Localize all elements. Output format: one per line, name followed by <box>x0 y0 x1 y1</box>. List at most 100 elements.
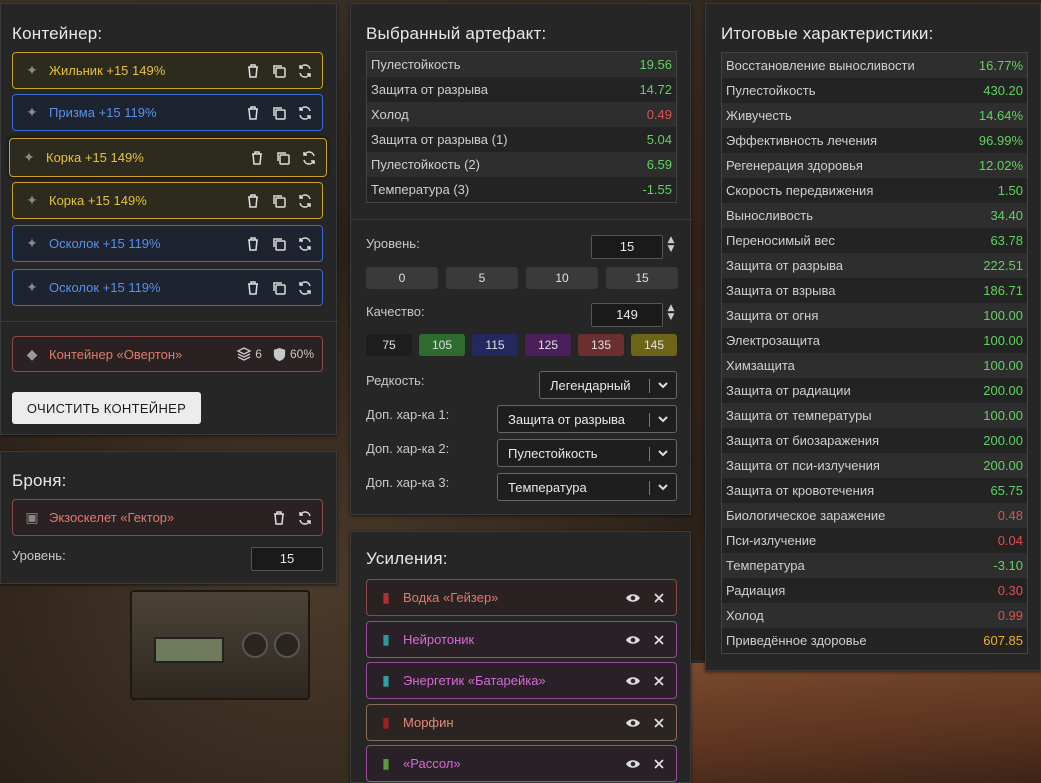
container-item[interactable]: ◆ Контейнер «Овертон» 6 60% <box>12 336 323 372</box>
trash-icon[interactable] <box>244 279 262 297</box>
level-spinner[interactable]: ▲ ▼ <box>666 236 676 254</box>
close-icon[interactable] <box>650 755 668 773</box>
extra3-label: Доп. хар-ка 3: <box>366 475 450 490</box>
refresh-icon[interactable] <box>296 509 314 527</box>
eye-icon[interactable] <box>624 589 642 607</box>
close-icon[interactable] <box>650 589 668 607</box>
copy-icon[interactable] <box>274 149 292 167</box>
eye-icon[interactable] <box>624 631 642 649</box>
total-stat-row: Выносливость 34.40 <box>722 203 1027 228</box>
total-stat-value: 100.00 <box>983 358 1023 373</box>
rarity-select[interactable]: Легендарный <box>539 371 677 399</box>
container-artifact-item[interactable]: ✦ Жильник +15 149% <box>12 52 323 89</box>
armor-name: Экзоскелет «Гектор» <box>49 510 175 525</box>
eye-icon[interactable] <box>624 672 642 690</box>
extra1-select[interactable]: Защита от разрыва <box>497 405 677 433</box>
level-preset-button[interactable]: 0 <box>366 267 438 289</box>
select-separator <box>649 481 650 495</box>
copy-icon[interactable] <box>270 235 288 253</box>
boost-label: Энергетик «Батарейка» <box>403 673 546 688</box>
total-stat-name: Защита от радиации <box>726 383 851 398</box>
clear-container-button[interactable]: ОЧИСТИТЬ КОНТЕЙНЕР <box>12 392 201 424</box>
refresh-icon[interactable] <box>296 235 314 253</box>
quality-preset-button[interactable]: 135 <box>578 334 624 356</box>
copy-icon[interactable] <box>270 62 288 80</box>
container-title: Контейнер: <box>12 24 103 43</box>
container-artifact-item[interactable]: ✦ Корка +15 149% <box>9 138 327 177</box>
trash-icon[interactable] <box>248 149 266 167</box>
boost-item[interactable]: ▮ Водка «Гейзер» <box>366 579 677 616</box>
extra2-select[interactable]: Пулестойкость <box>497 439 677 467</box>
boost-label: Водка «Гейзер» <box>403 590 499 605</box>
artifact-label: Корка +15 149% <box>46 150 144 165</box>
copy-icon[interactable] <box>270 192 288 210</box>
refresh-icon[interactable] <box>296 104 314 122</box>
boost-item[interactable]: ▮ Нейротоник <box>366 621 677 658</box>
refresh-icon[interactable] <box>300 149 318 167</box>
trash-icon[interactable] <box>244 62 262 80</box>
radio-knob <box>242 632 268 658</box>
close-icon[interactable] <box>650 672 668 690</box>
total-stat-row: Эффективность лечения 96.99% <box>722 128 1027 153</box>
boost-item[interactable]: ▮ Энергетик «Батарейка» <box>366 662 677 699</box>
container-artifact-item[interactable]: ✦ Осколок +15 119% <box>12 269 323 306</box>
refresh-icon[interactable] <box>296 192 314 210</box>
copy-icon[interactable] <box>270 104 288 122</box>
total-stat-value: 430.20 <box>983 83 1023 98</box>
total-stat-name: Пулестойкость <box>726 83 816 98</box>
trash-icon[interactable] <box>244 104 262 122</box>
refresh-icon[interactable] <box>296 62 314 80</box>
armor-level-input[interactable]: 15 <box>251 547 323 571</box>
extra3-select[interactable]: Температура <box>497 473 677 501</box>
stat-row: Защита от разрыва (1) 5.04 <box>367 127 676 152</box>
total-stat-row: Холод 0.99 <box>722 603 1027 628</box>
total-stat-row: Защита от температуры 100.00 <box>722 403 1027 428</box>
total-stat-value: 0.30 <box>997 583 1023 598</box>
close-icon[interactable] <box>650 631 668 649</box>
item-actions <box>244 279 314 297</box>
quality-preset-button[interactable]: 75 <box>366 334 412 356</box>
level-preset-button[interactable]: 5 <box>446 267 518 289</box>
quality-preset-button[interactable]: 145 <box>631 334 677 356</box>
copy-icon[interactable] <box>270 279 288 297</box>
total-stat-name: Живучесть <box>726 108 792 123</box>
total-stat-value: 65.75 <box>990 483 1023 498</box>
quality-spinner[interactable]: ▲ ▼ <box>666 304 676 322</box>
quality-preset-button[interactable]: 125 <box>525 334 571 356</box>
total-stat-value: 12.02% <box>978 158 1023 173</box>
radio-screen <box>154 637 224 663</box>
level-label: Уровень: <box>366 236 420 251</box>
artifact-korka-icon: ✦ <box>23 149 35 165</box>
quality-input[interactable]: 149 <box>591 303 663 327</box>
boost-actions <box>624 714 668 732</box>
refresh-icon[interactable] <box>296 279 314 297</box>
boost-label: Морфин <box>403 715 454 730</box>
eye-icon[interactable] <box>624 714 642 732</box>
armor-item[interactable]: ▣ Экзоскелет «Гектор» <box>12 499 323 536</box>
level-input[interactable]: 15 <box>591 235 663 259</box>
stat-value: 19.56 <box>639 57 672 72</box>
level-preset-button[interactable]: 15 <box>606 267 678 289</box>
boost-item[interactable]: ▮ «Рассол» <box>366 745 677 782</box>
stat-row: Защита от разрыва 14.72 <box>367 77 676 102</box>
total-stat-name: Защита от кровотечения <box>726 483 875 498</box>
rarity-value: Легендарный <box>550 377 631 393</box>
container-artifact-item[interactable]: ✦ Призма +15 119% <box>12 94 323 131</box>
quality-preset-button[interactable]: 115 <box>472 334 518 356</box>
trash-icon[interactable] <box>244 235 262 253</box>
total-stat-value: 14.64% <box>978 108 1023 123</box>
container-artifact-item[interactable]: ✦ Осколок +15 119% <box>12 225 323 262</box>
close-icon[interactable] <box>650 714 668 732</box>
stat-value: 0.49 <box>646 107 672 122</box>
container-artifact-item[interactable]: ✦ Корка +15 149% <box>12 182 323 219</box>
total-stat-row: Регенерация здоровья 12.02% <box>722 153 1027 178</box>
level-preset-button[interactable]: 10 <box>526 267 598 289</box>
total-stat-name: Восстановление выносливости <box>726 58 915 73</box>
boost-item[interactable]: ▮ Морфин <box>366 704 677 741</box>
trash-icon[interactable] <box>270 509 288 527</box>
trash-icon[interactable] <box>244 192 262 210</box>
total-stat-row: Защита от огня 100.00 <box>722 303 1027 328</box>
eye-icon[interactable] <box>624 755 642 773</box>
quality-preset-button[interactable]: 105 <box>419 334 465 356</box>
boost-actions <box>624 589 668 607</box>
